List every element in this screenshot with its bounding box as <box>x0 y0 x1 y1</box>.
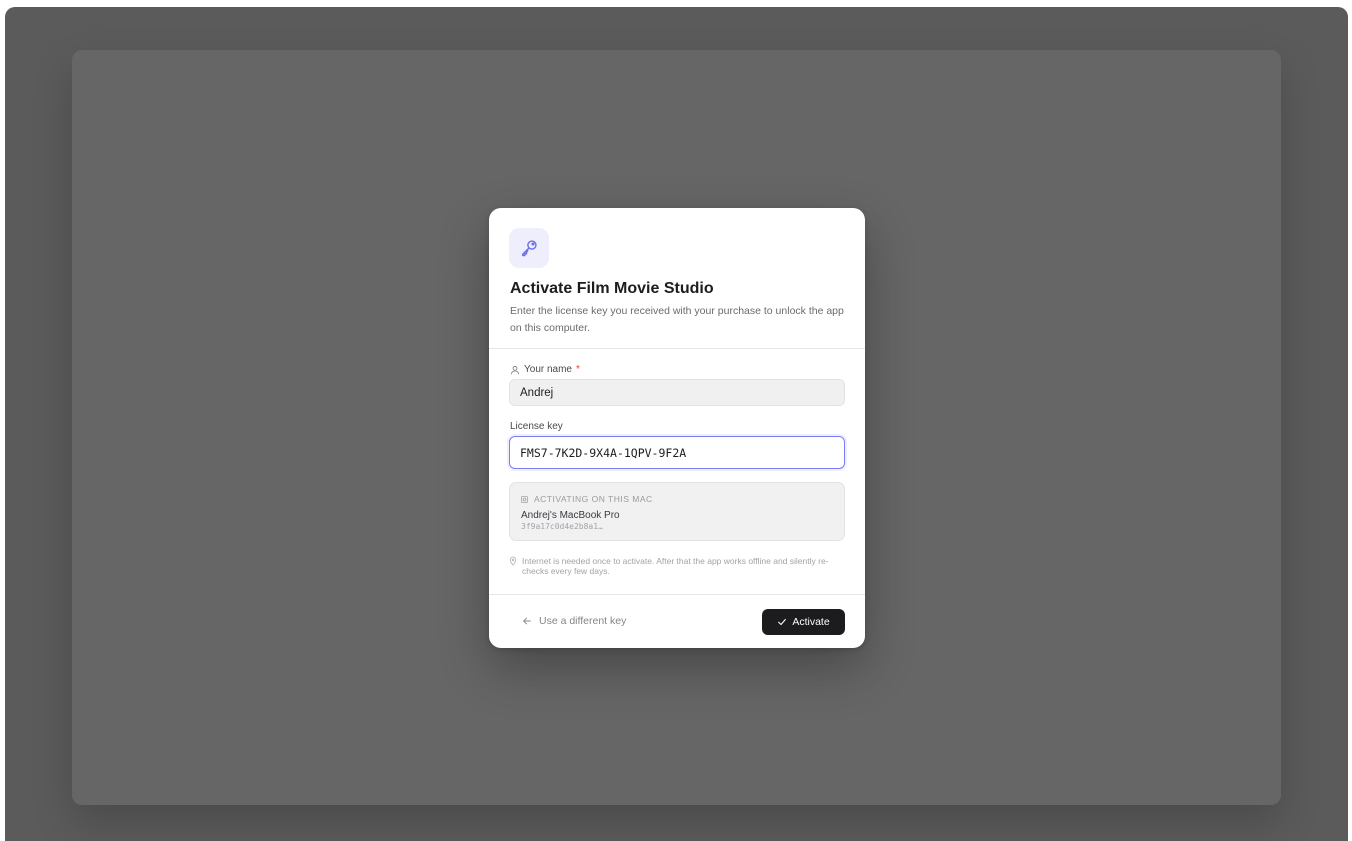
chip-icon <box>520 495 529 504</box>
license-key-input[interactable] <box>509 436 845 469</box>
arrow-left-icon <box>522 616 532 626</box>
activate-button[interactable]: Activate <box>762 609 845 635</box>
dialog-header: Activate Film Movie Studio Enter the lic… <box>489 208 865 349</box>
name-input[interactable] <box>509 379 845 406</box>
note-text: Internet is needed once to activate. Aft… <box>522 556 829 576</box>
dialog-footer: Use a different key Activate <box>489 594 865 648</box>
device-heading-text: ACTIVATING ON THIS MAC <box>534 494 653 504</box>
key-icon <box>519 238 539 258</box>
use-different-key-link[interactable]: Use a different key <box>522 615 626 627</box>
connectivity-note: Internet is needed once to activate. Aft… <box>509 556 845 576</box>
name-label: Your name * <box>510 364 580 375</box>
user-icon <box>510 365 520 375</box>
activate-label: Activate <box>792 616 830 628</box>
activation-dialog: Activate Film Movie Studio Enter the lic… <box>489 208 865 648</box>
device-name: Andrej's MacBook Pro <box>521 510 620 521</box>
device-id: 3f9a17c0d4e2b8a1… <box>521 522 603 531</box>
check-icon <box>777 617 787 627</box>
dialog-subtitle: Enter the license key you received with … <box>510 305 844 334</box>
info-icon <box>509 556 517 576</box>
required-marker: * <box>576 364 580 375</box>
device-heading: ACTIVATING ON THIS MAC <box>520 494 653 504</box>
name-label-text: Your name <box>524 364 572 375</box>
back-label: Use a different key <box>539 615 627 627</box>
dialog-title: Activate Film Movie Studio <box>510 280 714 297</box>
license-label: License key <box>510 421 563 432</box>
key-badge <box>509 228 549 268</box>
device-info-box: ACTIVATING ON THIS MAC Andrej's MacBook … <box>509 482 845 541</box>
